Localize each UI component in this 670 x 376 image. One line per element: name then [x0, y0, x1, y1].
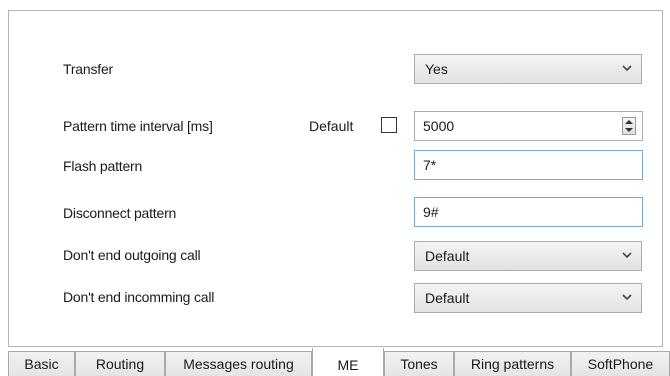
dont-end-outgoing-label: Don't end outgoing call [63, 247, 201, 263]
flash-pattern-value: 7* [423, 157, 437, 173]
default-checkbox[interactable] [381, 117, 397, 133]
dont-end-incoming-select[interactable]: Default [414, 283, 642, 313]
default-label: Default [309, 118, 354, 134]
tab-softphone[interactable]: SoftPhone [571, 351, 670, 376]
disconnect-pattern-value: 9# [423, 204, 439, 220]
disconnect-pattern-input[interactable]: 9# [414, 197, 643, 227]
tab-basic[interactable]: Basic [8, 351, 75, 376]
dont-end-outgoing-select[interactable]: Default [414, 241, 642, 271]
tab-me[interactable]: ME [312, 348, 384, 376]
chevron-down-icon [622, 65, 632, 72]
flash-pattern-input[interactable]: 7* [414, 150, 643, 180]
pattern-interval-label: Pattern time interval [ms] [63, 118, 213, 134]
dont-end-outgoing-value: Default [425, 248, 470, 264]
tab-tones[interactable]: Tones [384, 351, 454, 376]
spinner-up-icon[interactable] [625, 119, 633, 125]
flash-pattern-label: Flash pattern [63, 158, 143, 174]
chevron-down-icon [622, 252, 632, 259]
spinner-arrows-icon[interactable] [622, 117, 636, 135]
disconnect-pattern-label: Disconnect pattern [63, 205, 177, 221]
transfer-select[interactable]: Yes [414, 54, 642, 84]
pattern-interval-spinner[interactable]: 5000 [414, 111, 643, 141]
tab-routing[interactable]: Routing [75, 351, 165, 376]
me-settings-panel: Transfer Yes Pattern time interval [ms] … [8, 10, 663, 347]
tab-ring-patterns[interactable]: Ring patterns [454, 351, 571, 376]
tab-messages-routing[interactable]: Messages routing [165, 351, 312, 376]
chevron-down-icon [622, 294, 632, 301]
dont-end-incoming-value: Default [425, 290, 470, 306]
transfer-label: Transfer [63, 61, 114, 77]
spinner-down-icon[interactable] [625, 127, 633, 133]
dont-end-incoming-label: Don't end incomming call [63, 289, 215, 305]
transfer-value: Yes [425, 61, 448, 77]
pattern-interval-value: 5000 [423, 118, 455, 134]
